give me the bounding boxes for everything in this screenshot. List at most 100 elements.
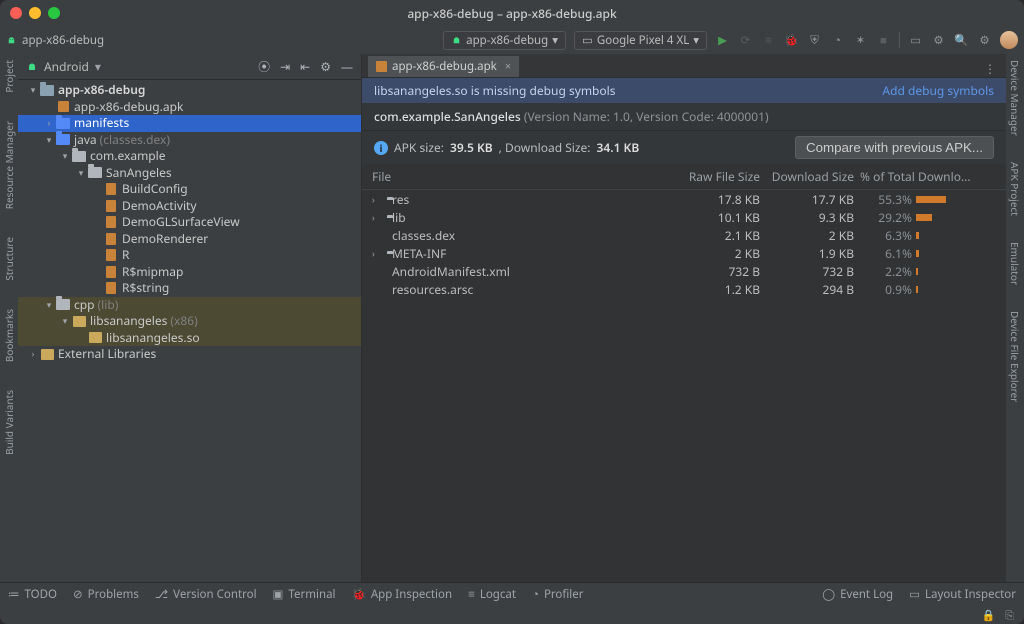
tree-item-libsanangeles[interactable]: ▾libsanangeles(x86) — [18, 313, 361, 330]
project-tree[interactable]: ▾ app-x86-debugapp-x86-debug.apk›manifest… — [18, 80, 361, 582]
tree-item-cpp[interactable]: ▾cpp(lib) — [18, 297, 361, 314]
tree-item-r[interactable]: R — [18, 247, 361, 264]
tab-overflow-icon[interactable]: ⋮ — [974, 60, 1006, 77]
status-todo[interactable]: ≔TODO — [8, 587, 57, 602]
left-stripe-bookmarks[interactable]: Bookmarks — [2, 309, 16, 362]
tree-item-r-string[interactable]: R$string — [18, 280, 361, 297]
tree-label: libsanangeles — [90, 313, 167, 330]
device-selector[interactable]: ▭ Google Pixel 4 XL ▾ — [574, 31, 707, 50]
avd-manager[interactable]: ⚙ — [931, 33, 946, 48]
apk-entry-res[interactable]: ›res17.8 KB17.7 KB55.3% — [362, 190, 1006, 208]
settings-icon[interactable]: ⚙ — [320, 58, 331, 75]
profile-button[interactable]: ◔ — [830, 33, 845, 48]
expand-all-icon[interactable]: ⇥ — [280, 58, 290, 75]
tree-item-app-x86-debug[interactable]: ▾ app-x86-debug — [18, 82, 361, 99]
class-file-icon — [104, 232, 118, 246]
breadcrumb[interactable]: app-x86-debug — [6, 33, 104, 48]
tree-item-sanangeles[interactable]: ▾SanAngeles — [18, 165, 361, 182]
left-stripe-resource-manager[interactable]: Resource Manager — [2, 121, 16, 209]
run-config-label: app-x86-debug — [466, 33, 548, 48]
apk-entry-lib[interactable]: ›lib10.1 KB9.3 KB29.2% — [362, 208, 1006, 226]
tree-item-r-mipmap[interactable]: R$mipmap — [18, 264, 361, 281]
status-terminal[interactable]: ▣Terminal — [273, 587, 336, 602]
apply-changes-restart[interactable]: ⟳ — [738, 33, 753, 48]
settings-button[interactable]: ⚙ — [977, 33, 992, 48]
tree-item-com-example[interactable]: ▾com.example — [18, 148, 361, 165]
debug-button[interactable]: 🐞 — [784, 33, 799, 48]
left-stripe-project[interactable]: Project — [2, 60, 16, 93]
tree-arrow-icon[interactable]: ▾ — [28, 82, 38, 99]
tree-arrow-icon[interactable]: › — [372, 211, 382, 224]
col-raw-size[interactable]: Raw File Size — [666, 168, 760, 185]
run-config-selector[interactable]: app-x86-debug ▾ — [443, 31, 566, 50]
editor-tab-apk[interactable]: app-x86-debug.apk × — [368, 56, 519, 77]
collapse-all-icon[interactable]: ⇤ — [300, 58, 310, 75]
right-stripe-apk-project[interactable]: APK Project — [1008, 162, 1022, 216]
add-debug-symbols-link[interactable]: Add debug symbols — [882, 82, 994, 99]
tree-arrow-icon[interactable]: › — [28, 346, 38, 363]
hide-icon[interactable]: — — [341, 58, 353, 75]
lock-icon[interactable]: 🔒 — [981, 608, 995, 623]
status-logcat[interactable]: ≡Logcat — [468, 587, 516, 602]
apply-code-changes[interactable]: ≡ — [761, 33, 776, 48]
apk-entry-classes-dex[interactable]: classes.dex2.1 KB2 KB6.3% — [362, 226, 1006, 244]
tree-arrow-icon[interactable]: › — [372, 193, 382, 206]
stop-button[interactable]: ■ — [876, 33, 891, 48]
tree-arrow-icon[interactable]: ▾ — [60, 148, 70, 165]
select-opened-file-icon[interactable]: ⦿ — [258, 58, 270, 75]
tree-arrow-icon[interactable]: › — [372, 247, 382, 260]
compare-apk-button[interactable]: Compare with previous APK... — [795, 136, 994, 159]
tree-arrow-icon[interactable]: ▾ — [76, 165, 86, 182]
bottom-tool-bar: ≔TODO ⊘Problems ⎇Version Control ▣Terminal 🐞… — [0, 582, 1024, 606]
tree-item-java[interactable]: ▾java(classes.dex) — [18, 132, 361, 149]
search-everywhere[interactable]: 🔍 — [954, 33, 969, 48]
apk-contents-table[interactable]: File Raw File Size Download Size % of To… — [362, 164, 1006, 582]
tree-arrow-icon[interactable]: ▾ — [44, 132, 54, 149]
tree-item-demorenderer[interactable]: DemoRenderer — [18, 231, 361, 248]
folder-icon — [88, 166, 102, 180]
attach-debugger[interactable]: ✶ — [853, 33, 868, 48]
col-pct[interactable]: % of Total Downlo... — [854, 168, 994, 185]
apk-entry-resources-arsc[interactable]: resources.arsc1.2 KB294 B0.9% — [362, 280, 1006, 298]
sync-button[interactable]: ▭ — [908, 33, 923, 48]
left-stripe-structure[interactable]: Structure — [2, 237, 16, 281]
status-label: Layout Inspector — [925, 587, 1016, 602]
col-file[interactable]: File — [372, 168, 666, 185]
status-icon: ▣ — [273, 587, 284, 602]
right-stripe-device-file-explorer[interactable]: Device File Explorer — [1008, 311, 1022, 402]
chevron-down-icon: ▾ — [693, 33, 699, 48]
tree-item-demoglsurfaceview[interactable]: DemoGLSurfaceView — [18, 214, 361, 231]
status-app-inspection[interactable]: 🐞App Inspection — [352, 587, 453, 602]
run-button[interactable]: ▶ — [715, 33, 730, 48]
tree-item-libsanangeles-so[interactable]: libsanangeles.so — [18, 330, 361, 347]
user-avatar[interactable] — [1000, 31, 1018, 49]
status-problems[interactable]: ⊘Problems — [73, 587, 139, 602]
tree-item-manifests[interactable]: ›manifests — [18, 115, 361, 132]
status-profiler[interactable]: ◔Profiler — [532, 587, 584, 602]
project-view-mode[interactable]: Android — [44, 58, 89, 75]
tree-arrow-icon[interactable]: ▾ — [60, 313, 70, 330]
tree-arrow-icon[interactable]: ▾ — [44, 297, 54, 314]
right-stripe-emulator[interactable]: Emulator — [1008, 242, 1022, 285]
status-version-control[interactable]: ⎇Version Control — [155, 587, 257, 602]
chevron-down-icon[interactable]: ▾ — [95, 58, 101, 75]
tree-arrow-icon[interactable]: › — [44, 115, 54, 132]
col-dl-size[interactable]: Download Size — [760, 168, 854, 185]
tree-item-external-libraries[interactable]: ›External Libraries — [18, 346, 361, 363]
indexing-icon[interactable]: ⎘ — [1005, 608, 1014, 623]
banner-text: libsanangeles.so is missing debug symbol… — [374, 82, 616, 99]
apk-entry-meta-inf[interactable]: ›META-INF2 KB1.9 KB6.1% — [362, 244, 1006, 262]
apk-entry-androidmanifest-xml[interactable]: AndroidManifest.xml732 B732 B2.2% — [362, 262, 1006, 280]
dl-size: 294 B — [760, 281, 854, 298]
close-tab-icon[interactable]: × — [505, 59, 511, 74]
coverage-button[interactable]: ⛨ — [807, 33, 822, 48]
status-event-log[interactable]: ◯Event Log — [822, 587, 893, 602]
tree-label: app-x86-debug — [58, 82, 145, 99]
tree-item-demoactivity[interactable]: DemoActivity — [18, 198, 361, 215]
tree-item-app-x86-debug-apk[interactable]: app-x86-debug.apk — [18, 99, 361, 116]
tree-item-buildconfig[interactable]: BuildConfig — [18, 181, 361, 198]
status-label: Version Control — [173, 587, 256, 602]
left-stripe-build-variants[interactable]: Build Variants — [2, 390, 16, 455]
right-stripe-device-manager[interactable]: Device Manager — [1008, 60, 1022, 136]
status-layout-inspector[interactable]: ▭Layout Inspector — [909, 587, 1016, 602]
